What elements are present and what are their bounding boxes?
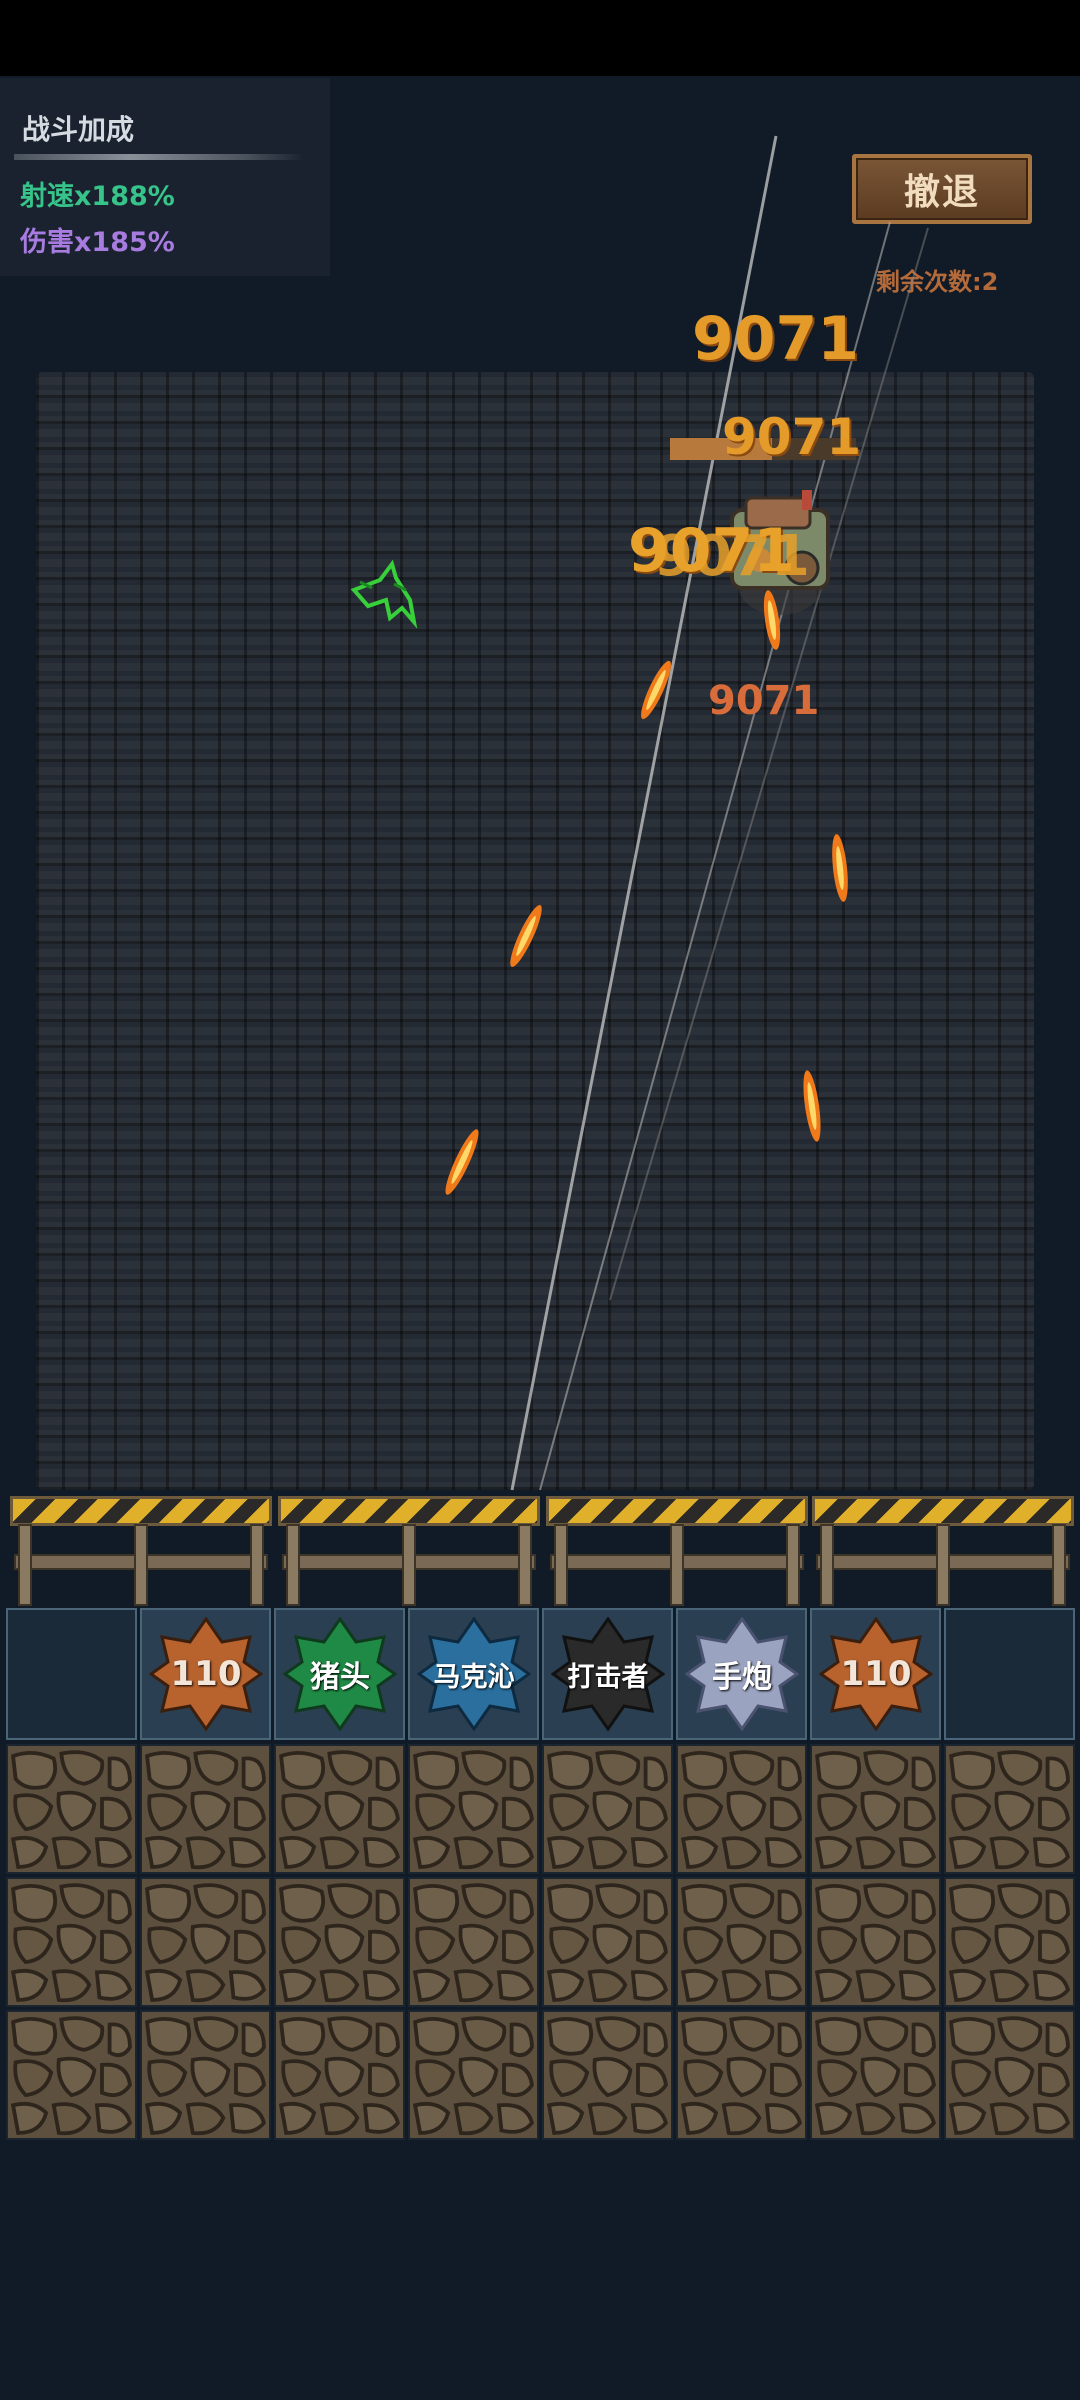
stone-tile[interactable] <box>944 2010 1075 2140</box>
stone-tile[interactable] <box>810 1744 941 1874</box>
stone-tile[interactable] <box>408 2010 539 2140</box>
stone-tile[interactable] <box>810 1877 941 2007</box>
weapon-label: 猪头 <box>310 1660 370 1695</box>
barricade <box>546 1496 808 1606</box>
weapon-slot-empty[interactable] <box>944 1608 1075 1740</box>
stone-tile[interactable] <box>676 2010 807 2140</box>
weapon-label: 110 <box>170 1654 242 1694</box>
stone-tile[interactable] <box>542 1744 673 1874</box>
stone-tile[interactable] <box>140 1877 271 2007</box>
weapon-badge-green: 猪头 <box>283 1617 397 1731</box>
stone-tile[interactable] <box>274 2010 405 2140</box>
weapon-badge-orange: 110 <box>149 1617 263 1731</box>
stone-tile[interactable] <box>140 2010 271 2140</box>
stone-tile[interactable] <box>140 1744 271 1874</box>
stone-tile[interactable] <box>542 2010 673 2140</box>
bullet <box>445 1129 479 1195</box>
weapon-badge-black: 打击者 <box>551 1617 665 1731</box>
bullet <box>641 660 671 720</box>
tracer-line <box>609 227 929 1301</box>
stone-tile[interactable] <box>408 1744 539 1874</box>
stone-tile[interactable] <box>944 1744 1075 1874</box>
weapon-label: 110 <box>840 1654 912 1694</box>
enemy-remains-icon <box>350 559 418 629</box>
barricade <box>278 1496 540 1606</box>
stone-tile[interactable] <box>676 1877 807 2007</box>
stone-tile[interactable] <box>408 1877 539 2007</box>
weapon-slot-empty[interactable] <box>6 1608 137 1740</box>
weapon-slot-row: 110 猪头 马克沁 打击者 手炮 110 <box>6 1608 1075 1742</box>
weapon-slot[interactable]: 猪头 <box>274 1608 405 1740</box>
weapon-slot[interactable]: 110 <box>140 1608 271 1740</box>
stone-tile[interactable] <box>6 1877 137 2007</box>
stone-tile[interactable] <box>6 2010 137 2140</box>
damage-number: 9071 <box>654 524 810 589</box>
stone-tile[interactable] <box>6 1744 137 1874</box>
weapon-label: 马克沁 <box>433 1661 515 1693</box>
weapon-slot[interactable]: 手炮 <box>676 1608 807 1740</box>
damage-number: 9071 <box>708 678 820 724</box>
bullet <box>832 834 848 902</box>
stone-tile[interactable] <box>274 1744 405 1874</box>
weapon-badge-orange: 110 <box>819 1617 933 1731</box>
weapon-slot[interactable]: 110 <box>810 1608 941 1740</box>
barricade <box>10 1496 272 1606</box>
stone-tile[interactable] <box>676 1744 807 1874</box>
weapon-slot[interactable]: 打击者 <box>542 1608 673 1740</box>
stone-tile[interactable] <box>274 1877 405 2007</box>
weapon-label: 打击者 <box>567 1661 649 1693</box>
stone-tile[interactable] <box>542 1877 673 2007</box>
damage-number: 9071 <box>692 304 859 374</box>
weapon-slot[interactable]: 马克沁 <box>408 1608 539 1740</box>
weapon-label: 手炮 <box>712 1660 772 1695</box>
damage-number: 9071 <box>722 408 862 466</box>
stone-tile[interactable] <box>810 2010 941 2140</box>
weapon-badge-blue: 马克沁 <box>417 1617 531 1731</box>
weapon-badge-silver: 手炮 <box>685 1617 799 1731</box>
bullet <box>510 905 542 967</box>
barricade <box>812 1496 1074 1606</box>
bullet <box>803 1070 821 1142</box>
stone-tile[interactable] <box>944 1877 1075 2007</box>
